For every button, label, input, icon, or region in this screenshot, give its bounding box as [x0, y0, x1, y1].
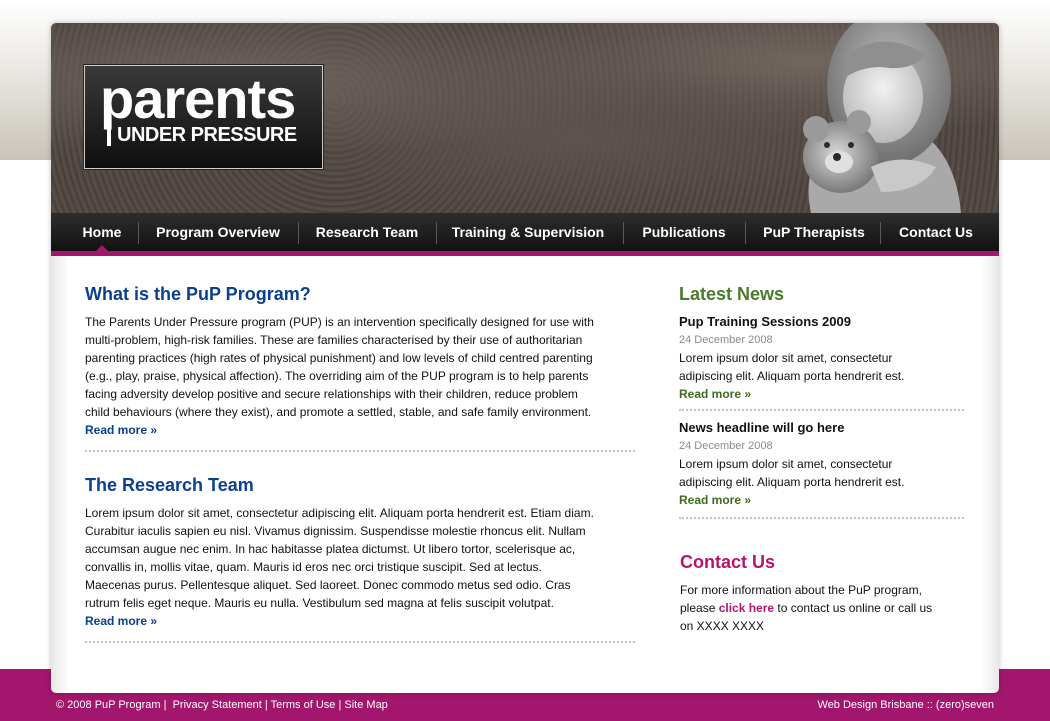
news-read-more-link[interactable]: Read more »	[679, 491, 969, 509]
main-section-pup-program: What is the PuP Program? The Parents Und…	[85, 284, 645, 439]
nav-divider	[880, 222, 881, 244]
news-body: Lorem ipsum dolor sit amet, consectetur …	[679, 455, 969, 491]
nav-pup-therapists[interactable]: PuP Therapists	[755, 213, 873, 251]
news-divider	[679, 409, 964, 411]
nav-divider	[623, 222, 624, 244]
footer-links: © 2008 PuP Program | Privacy Statement |…	[56, 699, 388, 711]
body-text: please	[680, 601, 719, 615]
main-navigation: Home Program Overview Research Team Trai…	[51, 213, 999, 251]
nav-contact-us[interactable]: Contact Us	[890, 213, 982, 251]
news-divider	[679, 517, 964, 519]
body-line: For more information about the PuP progr…	[680, 583, 922, 597]
section-divider	[85, 450, 635, 452]
section-title-pup-program: What is the PuP Program?	[85, 284, 311, 304]
page-container: parents UNDER PRESSURE Home Program Over…	[51, 23, 999, 693]
child-with-teddy-photo	[803, 23, 961, 213]
section-body-pup-program: The Parents Under Pressure program (PUP)…	[85, 313, 645, 421]
read-more-link-pup-program[interactable]: Read more »	[85, 421, 645, 439]
body-line: Lorem ipsum dolor sit amet, consectetur	[679, 351, 893, 365]
body-line: multi-problem, high-risk families. These…	[85, 333, 583, 347]
nav-divider	[138, 222, 139, 244]
body-line: Curabitur iaculis sapien eu nisl. Vivamu…	[85, 524, 586, 538]
contact-click-here-link[interactable]: click here	[719, 601, 774, 615]
read-more-link-research-team[interactable]: Read more »	[85, 612, 645, 630]
header-banner: parents UNDER PRESSURE	[51, 23, 999, 213]
news-body: Lorem ipsum dolor sit amet, consectetur …	[679, 349, 969, 385]
contact-title: Contact Us	[680, 552, 776, 572]
body-line: on XXXX XXXX	[680, 619, 765, 633]
nav-divider	[298, 222, 299, 244]
body-text: to contact us online or call us	[774, 601, 933, 615]
nav-divider	[436, 222, 437, 244]
nav-divider	[745, 222, 746, 244]
body-line: child behaviours (where they exist), and…	[85, 405, 592, 419]
news-item: Pup Training Sessions 2009 24 December 2…	[679, 313, 969, 403]
latest-news-title: Latest News	[679, 284, 785, 304]
footer-copyright: © 2008 PuP Program |	[56, 699, 167, 711]
news-read-more-link[interactable]: Read more »	[679, 385, 969, 403]
footer-link-privacy[interactable]: Privacy Statement	[173, 699, 262, 711]
footer-separator: |	[264, 699, 268, 711]
nav-publications[interactable]: Publications	[633, 213, 735, 251]
body-line: Maecenas purus. Pellentesque aliquet. Se…	[85, 578, 571, 592]
body-line: accumsan augue nec enim. In hac habitass…	[85, 542, 576, 556]
body-line: adipiscing elit. Aliquam porta hendrerit…	[679, 369, 905, 383]
nav-research-team[interactable]: Research Team	[308, 213, 426, 251]
body-line: The Parents Under Pressure program (PUP)…	[85, 315, 594, 329]
body-line: parenting practices (high rates of physi…	[85, 351, 593, 365]
body-line: facing adversity develop positive and se…	[85, 387, 578, 401]
section-title-research-team: The Research Team	[85, 475, 254, 495]
nav-training-supervision[interactable]: Training & Supervision	[444, 213, 612, 251]
nav-program-overview[interactable]: Program Overview	[148, 213, 288, 251]
sidebar-contact: Contact Us For more information about th…	[680, 552, 970, 635]
logo-parents-text: parents	[100, 67, 296, 130]
footer-separator: |	[338, 699, 342, 711]
footer-link-terms[interactable]: Terms of Use	[271, 699, 336, 711]
body-line: (e.g., play, praise, physical affection)…	[85, 369, 589, 383]
section-body-research-team: Lorem ipsum dolor sit amet, consectetur …	[85, 504, 645, 612]
logo-under-pressure-text: UNDER PRESSURE	[107, 124, 297, 146]
body-line: Lorem ipsum dolor sit amet, consectetur	[679, 457, 893, 471]
footer-link-sitemap[interactable]: Site Map	[344, 699, 387, 711]
main-section-research-team: The Research Team Lorem ipsum dolor sit …	[85, 475, 645, 630]
news-headline[interactable]: Pup Training Sessions 2009	[679, 313, 969, 331]
sidebar-latest-news: Latest News Pup Training Sessions 2009 2…	[679, 284, 969, 403]
body-line: rutrum felis eget neque. Mauris eu nulla…	[85, 596, 554, 610]
news-item: News headline will go here 24 December 2…	[679, 419, 969, 509]
body-line: convallis in, mollis vitae, quam. Mauris…	[85, 560, 542, 574]
news-headline[interactable]: News headline will go here	[679, 419, 969, 437]
news-date: 24 December 2008	[679, 440, 773, 452]
site-logo[interactable]: parents UNDER PRESSURE	[84, 65, 323, 169]
footer-credit-link[interactable]: Web Design Brisbane :: (zero)seven	[818, 699, 995, 711]
body-line: Lorem ipsum dolor sit amet, consectetur …	[85, 506, 594, 520]
body-line: please click here to contact us online o…	[680, 599, 970, 617]
body-line: adipiscing elit. Aliquam porta hendrerit…	[679, 475, 905, 489]
news-date: 24 December 2008	[679, 334, 773, 346]
nav-accent-stripe	[51, 251, 999, 256]
section-divider	[85, 641, 635, 643]
contact-body: For more information about the PuP progr…	[680, 581, 970, 635]
